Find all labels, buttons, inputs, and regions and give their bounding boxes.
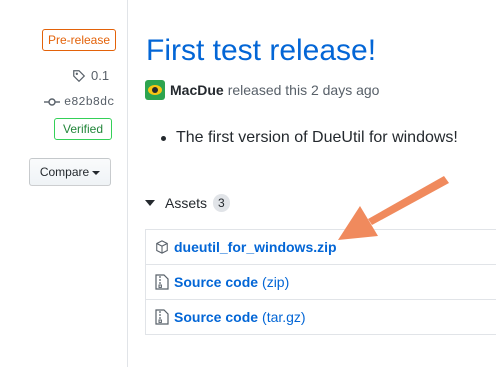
avatar[interactable] xyxy=(145,80,165,100)
release-title[interactable]: First test release! xyxy=(146,34,376,68)
source-code-link[interactable]: Source code xyxy=(174,309,258,325)
release-note-text: The first version of DueUtil for windows… xyxy=(176,129,458,146)
release-meta: MacDue released this 2 days ago xyxy=(145,80,379,100)
author-name[interactable]: MacDue xyxy=(170,82,224,98)
asset-link-zip[interactable]: dueutil_for_windows.zip xyxy=(174,239,337,255)
tag-link[interactable]: 0.1 xyxy=(72,68,109,83)
tag-name: 0.1 xyxy=(91,68,110,83)
assets-toggle[interactable]: Assets 3 xyxy=(145,194,230,212)
triangle-down-icon xyxy=(145,200,155,206)
caret-down-icon xyxy=(92,170,101,175)
file-zip-icon xyxy=(155,309,169,325)
source-code-format[interactable]: (zip) xyxy=(262,274,289,290)
file-zip-icon xyxy=(155,274,169,290)
prerelease-badge: Pre-release xyxy=(42,29,117,51)
release-main: First test release! MacDue released this… xyxy=(129,0,496,367)
asset-row[interactable]: Source code (tar.gz) xyxy=(145,300,496,335)
release-notes-item: The first version of DueUtil for windows… xyxy=(161,129,458,147)
commit-sha: e82b8dc xyxy=(64,95,115,109)
verified-badge[interactable]: Verified xyxy=(54,118,113,140)
source-code-link[interactable]: Source code xyxy=(174,274,258,290)
avatar-pupil xyxy=(152,87,158,93)
release-sidebar: Pre-release 0.1 e82b8dc Verified Compare xyxy=(0,0,128,367)
commit-icon xyxy=(44,98,60,106)
compare-label: Compare xyxy=(39,165,90,179)
bullet xyxy=(161,135,166,141)
released-time: released this 2 days ago xyxy=(227,82,380,98)
assets-count: 3 xyxy=(213,194,230,212)
package-icon xyxy=(156,240,168,254)
compare-button[interactable]: Compare xyxy=(29,158,111,186)
source-code-format[interactable]: (tar.gz) xyxy=(262,309,306,325)
asset-row[interactable]: Source code (zip) xyxy=(145,265,496,300)
asset-row[interactable]: dueutil_for_windows.zip xyxy=(145,230,496,265)
assets-heading: Assets xyxy=(165,195,208,211)
commit-link[interactable]: e82b8dc xyxy=(44,95,114,109)
asset-list: dueutil_for_windows.zip Source code (zip… xyxy=(145,229,496,335)
tag-icon xyxy=(73,69,86,82)
